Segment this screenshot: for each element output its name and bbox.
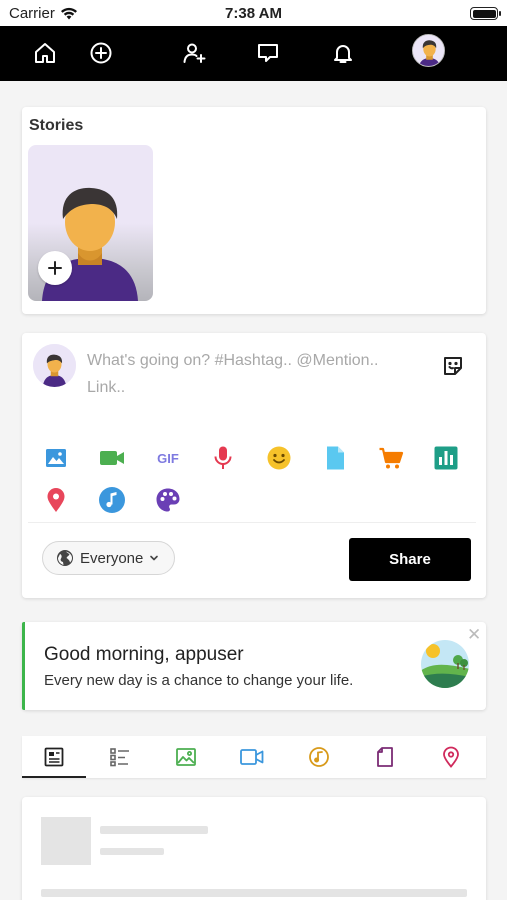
sunny-landscape-illustration <box>421 640 469 688</box>
privacy-selector[interactable]: Everyone <box>42 541 175 575</box>
add-product-button[interactable] <box>376 443 406 473</box>
tab-music[interactable] <box>287 736 351 778</box>
user-avatar-icon <box>33 344 76 387</box>
skeleton-line <box>100 848 164 855</box>
sticker-button[interactable] <box>440 353 466 379</box>
chat-icon[interactable] <box>254 39 282 67</box>
greeting-subtitle: Every new day is a chance to change your… <box>44 672 354 689</box>
palette-icon <box>156 488 180 512</box>
chevron-down-icon <box>150 555 159 561</box>
profile-avatar[interactable] <box>412 34 445 67</box>
greeting-card: Good morning, appuser Every new day is a… <box>22 622 486 710</box>
add-location-button[interactable] <box>41 485 71 515</box>
add-story-button[interactable] <box>38 251 72 285</box>
music-note-icon <box>99 487 125 513</box>
music-disc-icon <box>309 747 329 767</box>
add-gif-button[interactable]: GIF <box>153 443 183 473</box>
cart-icon <box>379 447 404 469</box>
post-text-input[interactable]: What's going on? #Hashtag.. @Mention.. L… <box>87 347 417 401</box>
gif-icon: GIF <box>157 451 179 466</box>
file-icon <box>377 747 393 767</box>
status-time: 7:38 AM <box>225 5 282 22</box>
skeleton-line <box>41 889 467 897</box>
stories-title: Stories <box>29 117 84 134</box>
post-color-button[interactable] <box>153 485 183 515</box>
privacy-label: Everyone <box>80 549 144 567</box>
location-pin-icon <box>47 488 65 512</box>
stories-card: Stories <box>22 107 486 314</box>
plus-circle-icon[interactable] <box>87 39 115 67</box>
svg-text:GIF: GIF <box>157 451 179 466</box>
feeling-button[interactable] <box>264 443 294 473</box>
bell-icon[interactable] <box>329 39 357 67</box>
newspaper-icon <box>44 747 64 767</box>
poll-chart-icon <box>434 446 458 470</box>
image-icon <box>46 449 66 467</box>
tab-videos[interactable] <box>220 736 284 778</box>
globe-icon <box>57 550 73 566</box>
post-composer-card: What's going on? #Hashtag.. @Mention.. L… <box>22 333 486 598</box>
battery-level <box>472 9 496 18</box>
add-file-button[interactable] <box>320 443 350 473</box>
microphone-icon <box>214 446 232 469</box>
add-music-button[interactable] <box>97 485 127 515</box>
user-plus-icon[interactable] <box>180 39 208 67</box>
status-bar: Carrier 7:38 AM <box>0 0 507 26</box>
add-poll-button[interactable] <box>431 443 461 473</box>
feed-filter-tabs <box>22 736 486 778</box>
file-icon <box>327 446 344 470</box>
share-button[interactable]: Share <box>349 538 471 581</box>
sticker-icon <box>444 357 462 375</box>
tab-text-posts[interactable] <box>88 736 152 778</box>
greeting-title: Good morning, appuser <box>44 644 244 665</box>
image-icon <box>176 748 196 766</box>
tab-all-posts[interactable] <box>22 736 86 778</box>
add-video-button[interactable] <box>97 443 127 473</box>
battery-icon <box>470 7 501 20</box>
tab-photos[interactable] <box>154 736 218 778</box>
video-camera-icon <box>240 749 264 765</box>
greeting-accent-bar <box>22 622 25 710</box>
tab-places[interactable] <box>419 736 483 778</box>
composer-divider <box>28 522 476 523</box>
smiley-icon <box>267 446 291 470</box>
location-pin-icon <box>443 746 459 768</box>
composer-avatar <box>33 344 76 387</box>
video-camera-icon <box>100 451 124 465</box>
record-audio-button[interactable] <box>208 443 238 473</box>
add-image-button[interactable] <box>41 443 71 473</box>
create-story-card[interactable] <box>28 145 153 301</box>
skeleton-avatar <box>41 817 91 865</box>
skeleton-line <box>100 826 208 834</box>
list-icon <box>110 748 129 767</box>
home-icon[interactable] <box>31 39 59 67</box>
tab-files[interactable] <box>353 736 417 778</box>
loading-post-skeleton <box>22 797 486 900</box>
plus-icon <box>48 261 62 275</box>
